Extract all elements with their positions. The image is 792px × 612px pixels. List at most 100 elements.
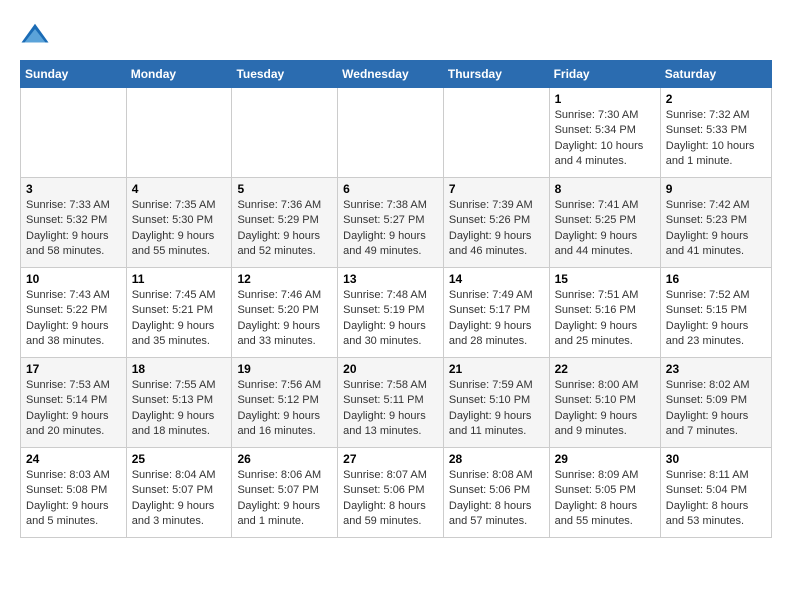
day-info: Sunrise: 7:33 AM Sunset: 5:32 PM Dayligh… (26, 198, 121, 260)
calendar-cell: 10Sunrise: 7:43 AM Sunset: 5:22 PM Dayli… (21, 268, 127, 358)
logo-icon (20, 20, 50, 50)
day-info: Sunrise: 7:45 AM Sunset: 5:21 PM Dayligh… (132, 288, 227, 350)
weekday-header-sunday: Sunday (21, 61, 127, 88)
calendar-cell: 11 Sunrise: 7:45 AM Sunset: 5:21 PM Dayli… (126, 268, 232, 358)
calendar-cell: 4 Sunrise: 7:35 AM Sunset: 5:30 PM Daylig… (126, 178, 232, 268)
calendar-cell: 3 Sunrise: 7:33 AM Sunset: 5:32 PM Daylig… (21, 178, 127, 268)
day-number: 7 (449, 182, 544, 196)
week-row-2: 3 Sunrise: 7:33 AM Sunset: 5:32 PM Daylig… (21, 178, 772, 268)
calendar-cell: 22 Sunrise: 8:00 AM Sunset: 5:10 PM Dayli… (549, 358, 660, 448)
day-info: Sunrise: 7:56 AM Sunset: 5:12 PM Dayligh… (237, 378, 332, 440)
week-row-3: 10Sunrise: 7:43 AM Sunset: 5:22 PM Dayli… (21, 268, 772, 358)
week-row-5: 24 Sunrise: 8:03 AM Sunset: 5:08 PM Dayli… (21, 448, 772, 538)
calendar-cell: 21Sunrise: 7:59 AM Sunset: 5:10 PM Dayli… (443, 358, 549, 448)
day-info: Sunrise: 7:52 AM Sunset: 5:15 PM Dayligh… (666, 288, 766, 350)
day-number: 21 (449, 362, 544, 376)
calendar-cell: 20 Sunrise: 7:58 AM Sunset: 5:11 PM Dayli… (338, 358, 444, 448)
week-row-1: 1Sunrise: 7:30 AM Sunset: 5:34 PM Daylig… (21, 88, 772, 178)
calendar-body: 1Sunrise: 7:30 AM Sunset: 5:34 PM Daylig… (21, 88, 772, 538)
day-info: Sunrise: 7:32 AM Sunset: 5:33 PM Dayligh… (666, 108, 766, 170)
calendar-cell (126, 88, 232, 178)
calendar-cell: 28 Sunrise: 8:08 AM Sunset: 5:06 PM Dayli… (443, 448, 549, 538)
calendar-table: SundayMondayTuesdayWednesdayThursdayFrid… (20, 60, 772, 538)
calendar-cell: 8Sunrise: 7:41 AM Sunset: 5:25 PM Daylig… (549, 178, 660, 268)
day-info: Sunrise: 8:09 AM Sunset: 5:05 PM Dayligh… (555, 468, 655, 530)
day-number: 27 (343, 452, 438, 466)
calendar-cell: 26 Sunrise: 8:06 AM Sunset: 5:07 PM Dayli… (232, 448, 338, 538)
day-number: 29 (555, 452, 655, 466)
day-info: Sunrise: 7:38 AM Sunset: 5:27 PM Dayligh… (343, 198, 438, 260)
calendar-cell: 17Sunrise: 7:53 AM Sunset: 5:14 PM Dayli… (21, 358, 127, 448)
day-info: Sunrise: 7:36 AM Sunset: 5:29 PM Dayligh… (237, 198, 332, 260)
day-info: Sunrise: 8:06 AM Sunset: 5:07 PM Dayligh… (237, 468, 332, 530)
day-number: 28 (449, 452, 544, 466)
day-number: 12 (237, 272, 332, 286)
weekday-header-thursday: Thursday (443, 61, 549, 88)
calendar-cell: 12 Sunrise: 7:46 AM Sunset: 5:20 PM Dayli… (232, 268, 338, 358)
calendar-cell: 19 Sunrise: 7:56 AM Sunset: 5:12 PM Dayli… (232, 358, 338, 448)
calendar-cell: 30Sunrise: 8:11 AM Sunset: 5:04 PM Dayli… (660, 448, 771, 538)
day-number: 19 (237, 362, 332, 376)
day-info: Sunrise: 8:07 AM Sunset: 5:06 PM Dayligh… (343, 468, 438, 530)
header (20, 20, 772, 50)
calendar-cell: 25Sunrise: 8:04 AM Sunset: 5:07 PM Dayli… (126, 448, 232, 538)
day-info: Sunrise: 7:35 AM Sunset: 5:30 PM Dayligh… (132, 198, 227, 260)
calendar-cell: 2 Sunrise: 7:32 AM Sunset: 5:33 PM Daylig… (660, 88, 771, 178)
day-info: Sunrise: 8:11 AM Sunset: 5:04 PM Dayligh… (666, 468, 766, 530)
calendar-cell: 13 Sunrise: 7:48 AM Sunset: 5:19 PM Dayli… (338, 268, 444, 358)
day-number: 9 (666, 182, 766, 196)
calendar-cell: 18 Sunrise: 7:55 AM Sunset: 5:13 PM Dayli… (126, 358, 232, 448)
day-number: 17 (26, 362, 121, 376)
day-info: Sunrise: 7:49 AM Sunset: 5:17 PM Dayligh… (449, 288, 544, 350)
calendar-cell: 5 Sunrise: 7:36 AM Sunset: 5:29 PM Daylig… (232, 178, 338, 268)
day-info: Sunrise: 7:48 AM Sunset: 5:19 PM Dayligh… (343, 288, 438, 350)
day-info: Sunrise: 7:55 AM Sunset: 5:13 PM Dayligh… (132, 378, 227, 440)
header-row: SundayMondayTuesdayWednesdayThursdayFrid… (21, 61, 772, 88)
week-row-4: 17Sunrise: 7:53 AM Sunset: 5:14 PM Dayli… (21, 358, 772, 448)
day-info: Sunrise: 8:08 AM Sunset: 5:06 PM Dayligh… (449, 468, 544, 530)
day-info: Sunrise: 7:43 AM Sunset: 5:22 PM Dayligh… (26, 288, 121, 350)
day-number: 23 (666, 362, 766, 376)
calendar-cell: 16 Sunrise: 7:52 AM Sunset: 5:15 PM Dayli… (660, 268, 771, 358)
calendar-cell: 15 Sunrise: 7:51 AM Sunset: 5:16 PM Dayli… (549, 268, 660, 358)
logo (20, 20, 54, 50)
day-number: 4 (132, 182, 227, 196)
day-number: 3 (26, 182, 121, 196)
day-number: 22 (555, 362, 655, 376)
day-info: Sunrise: 7:46 AM Sunset: 5:20 PM Dayligh… (237, 288, 332, 350)
day-info: Sunrise: 7:30 AM Sunset: 5:34 PM Dayligh… (555, 108, 655, 170)
calendar-cell: 29 Sunrise: 8:09 AM Sunset: 5:05 PM Dayli… (549, 448, 660, 538)
weekday-header-tuesday: Tuesday (232, 61, 338, 88)
day-info: Sunrise: 7:51 AM Sunset: 5:16 PM Dayligh… (555, 288, 655, 350)
day-number: 13 (343, 272, 438, 286)
calendar-cell: 1Sunrise: 7:30 AM Sunset: 5:34 PM Daylig… (549, 88, 660, 178)
calendar-cell (21, 88, 127, 178)
day-number: 26 (237, 452, 332, 466)
calendar-cell: 9 Sunrise: 7:42 AM Sunset: 5:23 PM Daylig… (660, 178, 771, 268)
day-number: 16 (666, 272, 766, 286)
day-info: Sunrise: 7:58 AM Sunset: 5:11 PM Dayligh… (343, 378, 438, 440)
day-number: 15 (555, 272, 655, 286)
weekday-header-monday: Monday (126, 61, 232, 88)
calendar-cell (338, 88, 444, 178)
day-number: 2 (666, 92, 766, 106)
day-number: 8 (555, 182, 655, 196)
page-wrapper: SundayMondayTuesdayWednesdayThursdayFrid… (20, 20, 772, 538)
day-number: 24 (26, 452, 121, 466)
weekday-header-friday: Friday (549, 61, 660, 88)
day-info: Sunrise: 7:42 AM Sunset: 5:23 PM Dayligh… (666, 198, 766, 260)
day-info: Sunrise: 7:39 AM Sunset: 5:26 PM Dayligh… (449, 198, 544, 260)
day-number: 25 (132, 452, 227, 466)
day-info: Sunrise: 8:03 AM Sunset: 5:08 PM Dayligh… (26, 468, 121, 530)
calendar-header: SundayMondayTuesdayWednesdayThursdayFrid… (21, 61, 772, 88)
calendar-cell: 24 Sunrise: 8:03 AM Sunset: 5:08 PM Dayli… (21, 448, 127, 538)
day-number: 14 (449, 272, 544, 286)
day-number: 6 (343, 182, 438, 196)
day-number: 20 (343, 362, 438, 376)
day-info: Sunrise: 8:00 AM Sunset: 5:10 PM Dayligh… (555, 378, 655, 440)
day-number: 18 (132, 362, 227, 376)
calendar-cell: 6 Sunrise: 7:38 AM Sunset: 5:27 PM Daylig… (338, 178, 444, 268)
day-number: 5 (237, 182, 332, 196)
day-number: 11 (132, 272, 227, 286)
calendar-cell (232, 88, 338, 178)
